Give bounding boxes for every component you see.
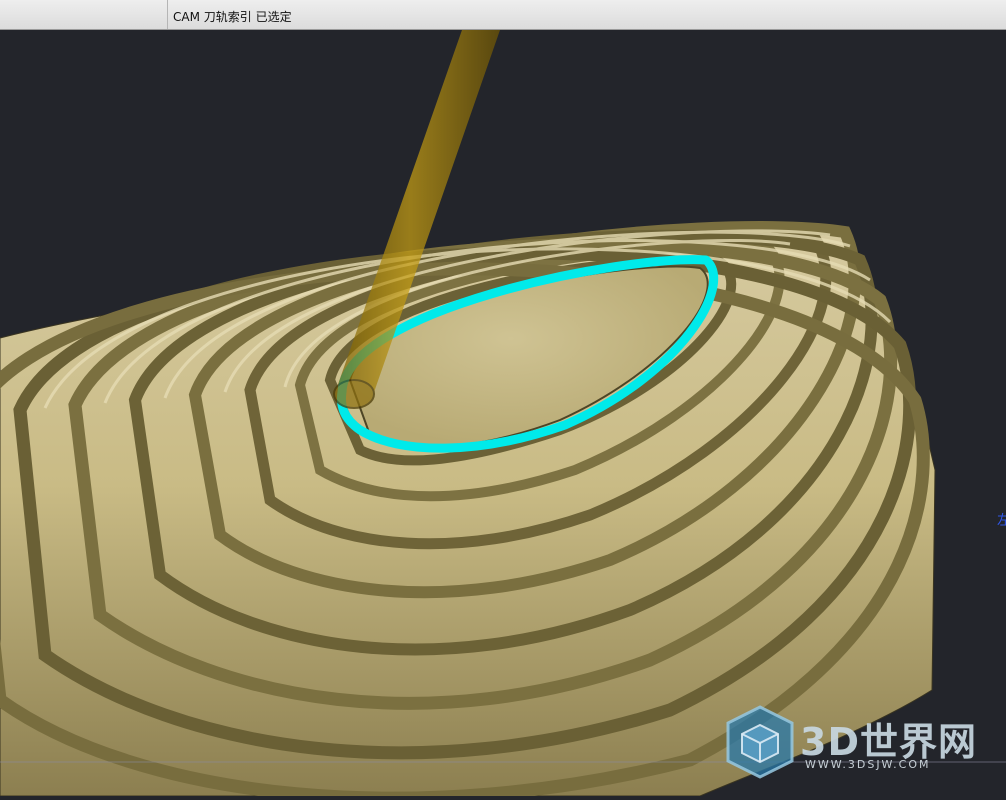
- watermark-url: WWW.3DSJW.COM: [805, 758, 931, 771]
- viewport-canvas[interactable]: [0, 30, 1006, 800]
- axis-label: 左: [997, 513, 1006, 529]
- cam-3d-viewport[interactable]: 左: [0, 30, 1006, 800]
- top-status-bar: CAM 刀轨索引 已选定: [0, 0, 1006, 30]
- top-bar-left-panel: [0, 0, 168, 29]
- status-text: CAM 刀轨索引 已选定: [173, 10, 292, 24]
- watermark: 3D世界网 WWW.3DSJW.COM: [722, 703, 984, 781]
- cube-logo-icon: [726, 705, 794, 779]
